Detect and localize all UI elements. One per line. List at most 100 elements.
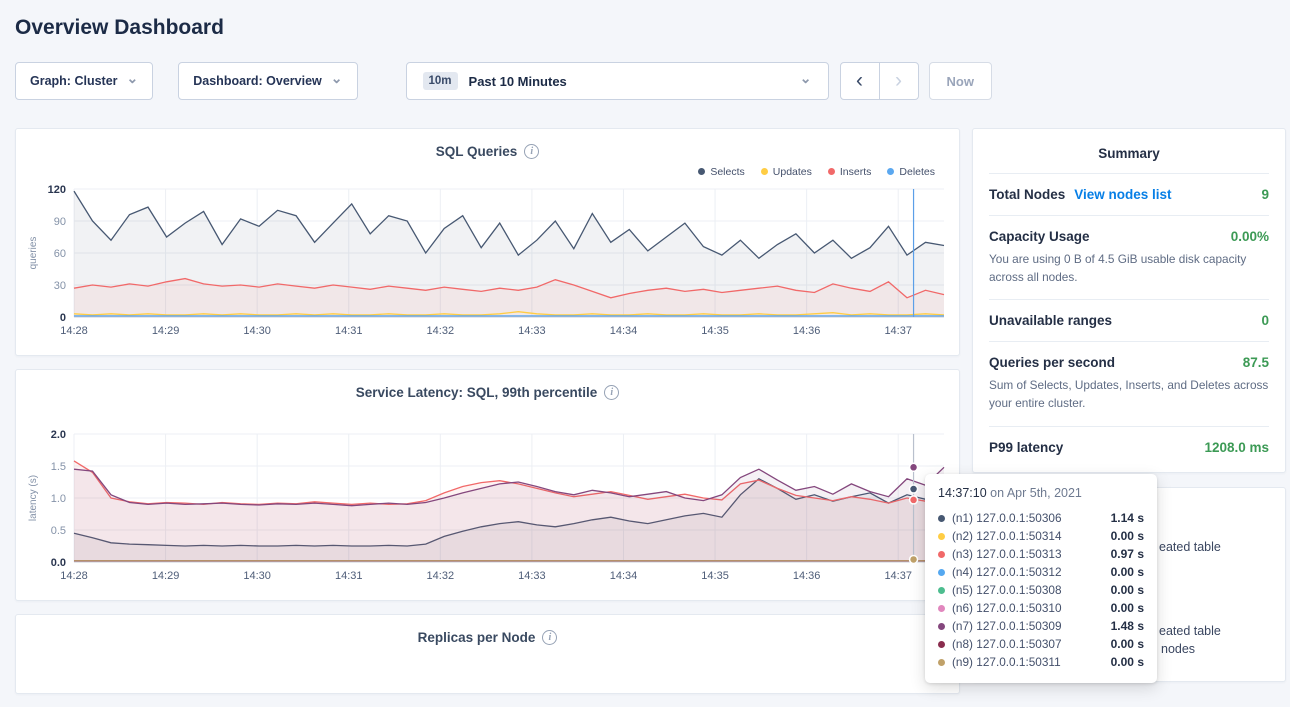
svg-text:14:29: 14:29 [152,570,180,582]
series-color-dot-icon [938,551,945,558]
svg-text:14:28: 14:28 [60,325,88,337]
time-prev-button[interactable]: ‹ [840,62,880,100]
tooltip-row: (n7) 127.0.0.1:503091.48 s [938,617,1144,635]
series-color-dot-icon [938,623,945,630]
capacity-desc: You are using 0 B of 4.5 GiB usable disk… [989,251,1269,286]
tooltip-node-value: 1.14 s [1111,511,1144,525]
legend-item: Inserts [828,166,872,177]
tooltip-node-value: 0.00 s [1111,583,1144,597]
svg-text:14:35: 14:35 [701,325,729,337]
tooltip-rows: (n1) 127.0.0.1:50306 1.14 s (n2) 127.0.0.1… [938,509,1144,671]
svg-text:14:35: 14:35 [701,570,729,582]
tooltip-node-value: 0.00 s [1111,565,1144,579]
svg-text:1.0: 1.0 [51,493,66,505]
chevron-down-icon: ⌄ [127,73,139,83]
svg-text:14:31: 14:31 [335,570,363,582]
graph-dropdown[interactable]: Graph: Cluster ⌄ [15,62,153,100]
tooltip-node-value: 0.97 s [1111,547,1144,561]
tooltip-node-label: (n3) 127.0.0.1:50313 [952,547,1062,561]
svg-text:14:33: 14:33 [518,325,546,337]
sql-queries-chart[interactable]: 14:2814:2914:3014:3114:3214:3314:3414:35… [24,179,949,349]
svg-text:14:32: 14:32 [427,570,455,582]
svg-text:14:37: 14:37 [884,325,912,337]
svg-text:2.0: 2.0 [51,429,66,441]
qps-value: 87.5 [1243,355,1269,370]
tooltip-node-value: 0.00 s [1111,655,1144,669]
svg-text:14:34: 14:34 [610,570,638,582]
tooltip-node-label: (n8) 127.0.0.1:50307 [952,637,1062,651]
time-range-dropdown[interactable]: 10m Past 10 Minutes ⌄ [406,62,829,100]
series-color-dot-icon [938,533,945,540]
dashboard-dropdown-label: Dashboard: Overview [193,74,322,88]
dashboard-dropdown[interactable]: Dashboard: Overview ⌄ [178,62,357,100]
qps-desc: Sum of Selects, Updates, Inserts, and De… [989,377,1269,412]
p99-label: P99 latency [989,440,1063,455]
svg-text:14:34: 14:34 [610,325,638,337]
chart-hover-tooltip: 14:37:10 on Apr 5th, 2021 (n1) 127.0.0.1… [925,474,1157,683]
tooltip-node-value: 0.00 s [1111,637,1144,651]
time-range-label: Past 10 Minutes [469,74,567,89]
view-nodes-list-link[interactable]: View nodes list [1074,187,1171,202]
tooltip-row: (n6) 127.0.0.1:50310 0.00 s [938,599,1144,617]
unavailable-value: 0 [1261,313,1269,328]
p99-value: 1208.0 ms [1204,440,1269,455]
info-icon[interactable]: i [524,144,539,159]
summary-row-unavailable: Unavailable ranges 0 [989,299,1269,341]
time-nav-group: ‹ › [840,62,919,100]
graph-dropdown-label: Graph: Cluster [30,74,118,88]
summary-panel: Summary Total Nodes View nodes list 9 Ca… [972,128,1286,473]
svg-text:0.0: 0.0 [51,557,66,569]
tooltip-node-label: (n5) 127.0.0.1:50308 [952,583,1062,597]
event-item-fragment: eated table [1159,624,1221,638]
svg-text:14:28: 14:28 [60,570,88,582]
chart-title-latency: Service Latency: SQL, 99th percentile i [16,370,959,400]
tooltip-node-label: (n4) 127.0.0.1:50312 [952,565,1062,579]
latency-panel: Service Latency: SQL, 99th percentile i … [15,369,960,601]
tooltip-row: (n5) 127.0.0.1:50308 0.00 s [938,581,1144,599]
series-color-dot-icon [938,659,945,666]
svg-text:latency (s): latency (s) [28,475,39,521]
svg-text:14:32: 14:32 [427,325,455,337]
svg-text:queries: queries [28,237,39,270]
legend-item: Deletes [887,166,935,177]
info-icon[interactable]: i [604,385,619,400]
summary-row-qps: Queries per second 87.5 Sum of Selects, … [989,341,1269,425]
summary-row-capacity: Capacity Usage 0.00% You are using 0 B o… [989,215,1269,299]
time-next-button[interactable]: › [879,62,919,100]
svg-text:14:29: 14:29 [152,325,180,337]
tooltip-node-value: 0.00 s [1111,601,1144,615]
latency-chart[interactable]: 14:2814:2914:3014:3114:3214:3314:3414:35… [24,424,949,594]
now-button[interactable]: Now [929,62,992,100]
tooltip-row: (n8) 127.0.0.1:50307 0.00 s [938,635,1144,653]
tooltip-row: (n2) 127.0.0.1:503140.00 s [938,527,1144,545]
svg-text:14:30: 14:30 [243,570,271,582]
tooltip-timestamp: 14:37:10 on Apr 5th, 2021 [938,486,1144,500]
qps-label: Queries per second [989,355,1115,370]
event-item-fragment: nodes [1161,642,1195,656]
info-icon[interactable]: i [542,630,557,645]
series-color-dot-icon [828,168,835,175]
sql-queries-legend: SelectsUpdatesInsertsDeletes [16,159,959,177]
tooltip-node-label: (n6) 127.0.0.1:50310 [952,601,1062,615]
tooltip-node-label: (n7) 127.0.0.1:50309 [952,619,1062,633]
summary-row-total-nodes: Total Nodes View nodes list 9 [989,173,1269,215]
svg-text:60: 60 [54,248,66,260]
tooltip-node-label: (n1) 127.0.0.1:50306 [952,511,1062,525]
svg-text:0.5: 0.5 [51,525,66,537]
series-color-dot-icon [938,569,945,576]
chevron-left-icon: ‹ [856,69,863,93]
tooltip-row: (n1) 127.0.0.1:50306 1.14 s [938,509,1144,527]
svg-text:90: 90 [54,216,66,228]
svg-text:14:30: 14:30 [243,325,271,337]
chart-title-replicas: Replicas per Node i [16,615,959,645]
total-nodes-value: 9 [1261,187,1269,202]
series-color-dot-icon [938,641,945,648]
summary-row-p99: P99 latency 1208.0 ms [989,426,1269,468]
time-range-badge: 10m [423,72,458,90]
summary-title: Summary [989,129,1269,173]
replicas-panel: Replicas per Node i [15,614,960,694]
svg-text:14:36: 14:36 [793,325,821,337]
svg-text:0: 0 [60,312,66,324]
capacity-label: Capacity Usage [989,229,1090,244]
tooltip-node-label: (n9) 127.0.0.1:50311 [952,655,1061,669]
